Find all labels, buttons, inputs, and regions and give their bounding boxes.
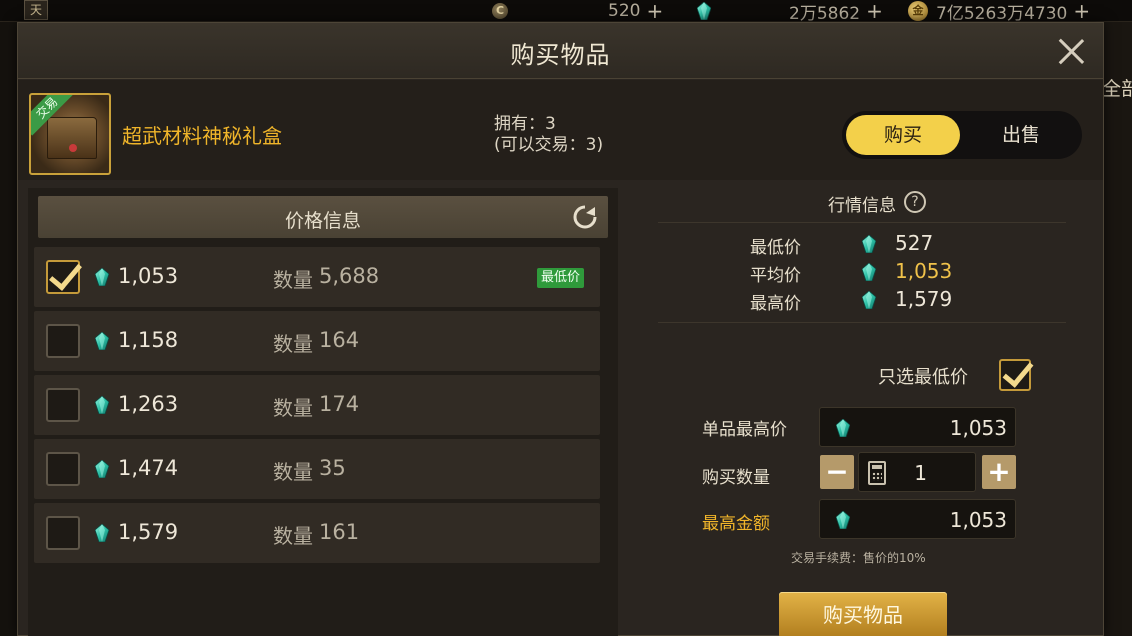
quantity-value: 1	[914, 461, 927, 485]
avg-price-label: 平均价	[750, 266, 801, 286]
currency-c-display: C 520 +	[492, 0, 663, 23]
row-checkbox[interactable]	[46, 260, 80, 294]
item-thumbnail[interactable]: 交易	[29, 93, 111, 175]
gem-icon	[836, 419, 850, 437]
calculator-icon[interactable]	[868, 461, 886, 485]
row-price: 1,263	[118, 392, 179, 416]
price-row[interactable]: 1,474 数量 35	[34, 439, 600, 499]
help-icon[interactable]: ?	[904, 191, 926, 213]
menu-corner-icon[interactable]: 天	[24, 0, 48, 20]
row-checkbox[interactable]	[46, 324, 80, 358]
ownership-info: 拥有：3 (可以交易：3)	[494, 114, 603, 156]
row-qty: 164	[319, 328, 360, 352]
market-info-title: 行情信息	[828, 196, 896, 216]
treasure-chest-icon	[47, 117, 97, 159]
only-lowest-label: 只选最低价	[878, 367, 968, 388]
currency-gold-display: 金 7亿5263万4730 +	[908, 0, 1090, 24]
row-qty: 161	[319, 520, 360, 544]
resource-bar: 天 C 520 + 2万5862 + 金 7亿5263万4730 +	[0, 0, 1132, 24]
currency-gem-add-button[interactable]: +	[866, 0, 883, 23]
price-list-panel: 价格信息 1,053 数量 5,688 最低价 1,158 数量 164 1,263 数量 174…	[28, 188, 618, 636]
owned-count: 拥有：3	[494, 114, 556, 134]
currency-c-add-button[interactable]: +	[646, 0, 663, 23]
currency-c-value: 520	[608, 1, 641, 21]
buy-sell-toggle: 购买 出售	[842, 111, 1082, 159]
quantity-plus-button[interactable]: +	[982, 455, 1016, 489]
price-info-title: 价格信息	[284, 210, 361, 232]
quantity-minus-button[interactable]: −	[820, 455, 854, 489]
gem-icon	[95, 524, 109, 542]
min-price-label: 最低价	[750, 238, 801, 258]
row-price: 1,579	[118, 520, 179, 544]
price-row[interactable]: 1,053 数量 5,688 最低价	[34, 247, 600, 307]
gem-icon	[95, 332, 109, 350]
c-coin-icon: C	[492, 3, 508, 19]
item-name: 超武材料神秘礼盒	[122, 124, 282, 148]
row-qty-label: 数量	[273, 460, 313, 484]
row-price: 1,474	[118, 456, 179, 480]
row-qty: 35	[319, 456, 346, 480]
item-summary: 交易 超武材料神秘礼盒 拥有：3 (可以交易：3) 购买 出售	[18, 80, 1103, 180]
row-qty: 174	[319, 392, 360, 416]
sell-mode-tab[interactable]: 出售	[964, 115, 1078, 155]
refresh-icon[interactable]	[572, 204, 598, 230]
gem-icon	[95, 396, 109, 414]
price-row[interactable]: 1,579 数量 161	[34, 503, 600, 563]
row-checkbox[interactable]	[46, 516, 80, 550]
price-row[interactable]: 1,263 数量 174	[34, 375, 600, 435]
only-lowest-checkbox[interactable]	[999, 359, 1031, 391]
unit-max-price-label: 单品最高价	[702, 420, 787, 440]
background-tab-label[interactable]: 全部	[1102, 74, 1132, 101]
row-checkbox[interactable]	[46, 388, 80, 422]
gem-icon	[862, 263, 876, 281]
fee-note: 交易手续费：售价的10%	[791, 551, 926, 565]
row-price: 1,158	[118, 328, 179, 352]
min-price-value: 527	[895, 231, 934, 255]
row-qty-label: 数量	[273, 268, 313, 292]
dialog-title: 购买物品	[510, 41, 611, 69]
gem-icon	[697, 2, 711, 20]
row-qty-label: 数量	[273, 332, 313, 356]
gold-coin-icon: 金	[908, 1, 928, 21]
price-info-header: 价格信息	[38, 196, 608, 238]
gem-icon	[862, 291, 876, 309]
currency-gem-value: 2万5862	[789, 3, 861, 24]
total-max-field[interactable]: 1,053	[819, 499, 1016, 539]
unit-max-price-field[interactable]: 1,053	[819, 407, 1016, 447]
currency-gold-value: 7亿5263万4730	[936, 3, 1068, 24]
gem-icon	[95, 460, 109, 478]
background-panel: 全部	[1102, 22, 1132, 636]
currency-gold-add-button[interactable]: +	[1073, 0, 1090, 23]
row-qty-label: 数量	[273, 524, 313, 548]
row-qty-label: 数量	[273, 396, 313, 420]
row-qty: 5,688	[319, 264, 380, 288]
currency-gem-display: 2万5862 +	[697, 0, 883, 24]
divider	[658, 222, 1066, 223]
tradable-count: (可以交易：3)	[494, 135, 604, 155]
divider	[658, 322, 1066, 323]
row-price: 1,053	[118, 264, 179, 288]
max-price-label: 最高价	[750, 294, 801, 314]
max-price-value: 1,579	[895, 287, 953, 311]
buy-mode-tab[interactable]: 购买	[846, 115, 960, 155]
row-checkbox[interactable]	[46, 452, 80, 486]
price-row[interactable]: 1,158 数量 164	[34, 311, 600, 371]
total-max-label: 最高金额	[702, 514, 770, 534]
close-icon[interactable]	[1057, 37, 1085, 65]
dialog-header: 购买物品	[18, 23, 1103, 79]
gem-icon	[862, 235, 876, 253]
avg-price-value: 1,053	[895, 259, 953, 283]
unit-max-price-value: 1,053	[949, 416, 1007, 440]
gem-icon	[836, 511, 850, 529]
gem-icon	[95, 268, 109, 286]
buy-item-button[interactable]: 购买物品	[779, 592, 947, 636]
purchase-dialog: 购买物品 交易 超武材料神秘礼盒 拥有：3 (可以交易：3) 购买 出售 价格信…	[17, 22, 1104, 636]
quantity-label: 购买数量	[702, 468, 770, 488]
lowest-price-badge: 最低价	[537, 268, 585, 288]
total-max-value: 1,053	[949, 508, 1007, 532]
